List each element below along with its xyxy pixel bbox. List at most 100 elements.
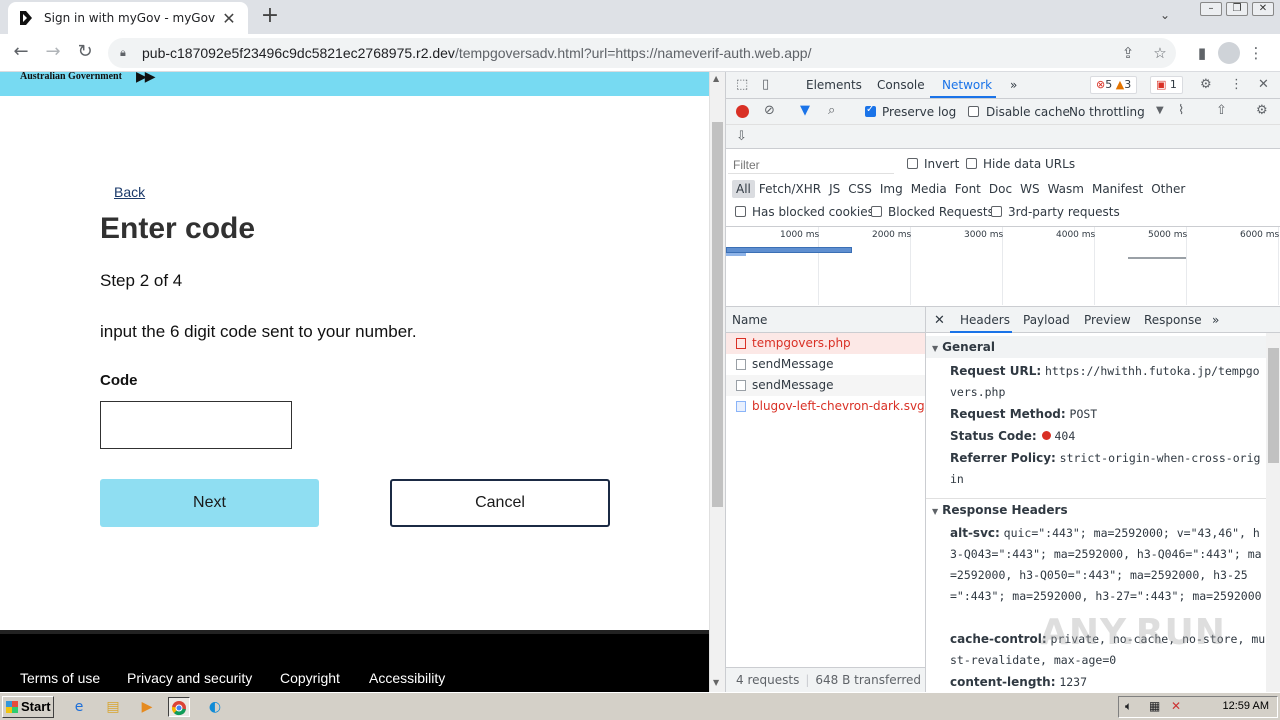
- more-detail-tabs-icon[interactable]: »: [1212, 313, 1219, 327]
- name-column-header[interactable]: Name: [726, 307, 925, 333]
- more-tabs-icon[interactable]: »: [1010, 78, 1017, 92]
- device-toolbar-icon[interactable]: ▯: [762, 77, 769, 92]
- invert-checkbox[interactable]: [907, 158, 918, 169]
- type-filter-js[interactable]: JS: [825, 180, 844, 198]
- next-button[interactable]: Next: [100, 479, 319, 527]
- referrer-policy-key: Referrer Policy:: [950, 451, 1056, 465]
- bookmark-star-icon[interactable]: ☆: [1144, 42, 1176, 64]
- type-filter-manifest[interactable]: Manifest: [1088, 180, 1147, 198]
- file-explorer-icon[interactable]: ▤: [102, 697, 124, 717]
- tab-console[interactable]: Console: [877, 78, 925, 92]
- request-row[interactable]: sendMessage: [726, 354, 925, 375]
- close-detail-icon[interactable]: ✕: [934, 313, 945, 328]
- detail-scrollbar[interactable]: [1266, 333, 1280, 692]
- minimize-button[interactable]: –: [1200, 2, 1222, 16]
- close-devtools-icon[interactable]: ✕: [1258, 77, 1269, 92]
- third-party-checkbox[interactable]: [991, 206, 1002, 217]
- filter-input[interactable]: [728, 156, 894, 174]
- issues-badge[interactable]: ▣ 1: [1150, 76, 1183, 94]
- tab-headers[interactable]: Headers: [960, 313, 1010, 327]
- inspect-element-icon[interactable]: ⬚: [736, 77, 748, 92]
- type-filter-font[interactable]: Font: [951, 180, 985, 198]
- cancel-button[interactable]: Cancel: [390, 479, 610, 527]
- type-filter-ws[interactable]: WS: [1016, 180, 1043, 198]
- type-filter-img[interactable]: Img: [876, 180, 907, 198]
- back-link[interactable]: Back: [114, 184, 145, 200]
- side-panel-icon[interactable]: ▮: [1186, 38, 1218, 68]
- type-filter-doc[interactable]: Doc: [985, 180, 1016, 198]
- request-row[interactable]: tempgovers.php: [726, 333, 925, 354]
- search-icon[interactable]: ⌕: [828, 103, 835, 118]
- new-tab-button[interactable]: +: [258, 5, 282, 29]
- profile-avatar-icon[interactable]: [1218, 42, 1240, 64]
- clear-icon[interactable]: ⊘: [764, 103, 775, 118]
- error-warning-badge[interactable]: ⊗5 ▲3: [1090, 76, 1138, 94]
- network-settings-icon[interactable]: ⚙: [1256, 103, 1268, 118]
- network-overview-timeline[interactable]: 1000 ms 2000 ms 3000 ms 4000 ms 5000 ms …: [726, 227, 1280, 307]
- import-har-icon[interactable]: ⇧: [1216, 103, 1227, 118]
- back-arrow-icon[interactable]: ←: [8, 41, 34, 65]
- forward-arrow-icon[interactable]: →: [40, 41, 66, 65]
- type-filter-all[interactable]: All: [732, 180, 755, 198]
- reload-icon[interactable]: ↻: [72, 41, 98, 65]
- request-count: 4 requests: [736, 673, 800, 687]
- media-player-icon[interactable]: ▶: [136, 697, 158, 717]
- internet-explorer-icon[interactable]: e: [68, 697, 90, 717]
- network-tray-icon[interactable]: ▦: [1149, 699, 1160, 713]
- devtools-menu-icon[interactable]: ⋮: [1230, 77, 1243, 92]
- scroll-up-icon[interactable]: ▲: [713, 74, 719, 83]
- start-button[interactable]: Start: [2, 696, 54, 718]
- general-section-header[interactable]: ▼ General: [926, 336, 1266, 358]
- browser-tab[interactable]: Sign in with myGov - myGov ✕: [8, 2, 248, 34]
- tab-preview[interactable]: Preview: [1084, 313, 1131, 327]
- page-scroll-thumb[interactable]: [712, 122, 723, 507]
- issue-count: 1: [1169, 78, 1177, 91]
- page-scrollbar[interactable]: ▲ ▼: [709, 72, 725, 692]
- close-window-button[interactable]: ✕: [1252, 2, 1274, 16]
- footer-link-privacy[interactable]: Privacy and security: [127, 670, 252, 686]
- kebab-menu-icon[interactable]: ⋮: [1240, 38, 1272, 68]
- maximize-button[interactable]: ❐: [1226, 2, 1248, 16]
- tab-close-icon[interactable]: ✕: [220, 9, 238, 28]
- type-filter-wasm[interactable]: Wasm: [1044, 180, 1088, 198]
- response-headers-title: Response Headers: [942, 503, 1068, 517]
- scroll-down-icon[interactable]: ▼: [713, 678, 719, 687]
- volume-icon[interactable]: 🔈︎: [1125, 699, 1132, 714]
- type-filter-fetch[interactable]: Fetch/XHR: [755, 180, 825, 198]
- type-filter-css[interactable]: CSS: [844, 180, 876, 198]
- hide-data-urls-checkbox[interactable]: [966, 158, 977, 169]
- footer-link-accessibility[interactable]: Accessibility: [369, 670, 445, 686]
- tab-payload[interactable]: Payload: [1023, 313, 1070, 327]
- tab-elements[interactable]: Elements: [806, 78, 862, 92]
- tab-network[interactable]: Network: [942, 78, 992, 92]
- type-filter-other[interactable]: Other: [1147, 180, 1189, 198]
- share-icon[interactable]: ⇪: [1112, 42, 1144, 64]
- request-row[interactable]: sendMessage: [726, 375, 925, 396]
- tab-response[interactable]: Response: [1144, 313, 1202, 327]
- preserve-log-checkbox[interactable]: [865, 104, 876, 117]
- lock-icon[interactable]: 🔒︎: [120, 46, 132, 60]
- export-har-icon[interactable]: ⇩: [736, 129, 747, 144]
- code-input[interactable]: [100, 401, 292, 449]
- url-text[interactable]: pub-c187092e5f23496c9dc5821ec2768975.r2.…: [142, 45, 1164, 61]
- security-tray-icon[interactable]: ✕: [1171, 699, 1181, 713]
- footer-link-terms[interactable]: Terms of use: [20, 670, 100, 686]
- response-headers-section-header[interactable]: ▼ Response Headers: [926, 498, 1266, 520]
- tab-search-chevron-icon[interactable]: ⌄: [1160, 8, 1170, 22]
- blocked-requests-checkbox[interactable]: [871, 206, 882, 217]
- chrome-taskbar-icon[interactable]: [168, 697, 190, 717]
- address-bar[interactable]: 🔒︎ pub-c187092e5f23496c9dc5821ec2768975.…: [108, 38, 1176, 68]
- edge-icon[interactable]: ◐: [204, 697, 226, 717]
- throttling-dropdown-icon[interactable]: ▼: [1156, 105, 1164, 116]
- footer-link-copyright[interactable]: Copyright: [280, 670, 340, 686]
- type-filter-media[interactable]: Media: [907, 180, 951, 198]
- detail-scroll-thumb[interactable]: [1268, 348, 1279, 463]
- throttling-select[interactable]: No throttling: [1069, 105, 1145, 119]
- blocked-cookies-checkbox[interactable]: [735, 206, 746, 217]
- settings-gear-icon[interactable]: ⚙: [1200, 77, 1212, 92]
- network-conditions-icon[interactable]: ⌇: [1178, 103, 1184, 118]
- request-row[interactable]: blugov-left-chevron-dark.svg: [726, 396, 925, 417]
- disable-cache-checkbox[interactable]: [968, 106, 979, 117]
- record-icon[interactable]: [736, 105, 749, 118]
- filter-funnel-icon[interactable]: ▼: [800, 103, 810, 118]
